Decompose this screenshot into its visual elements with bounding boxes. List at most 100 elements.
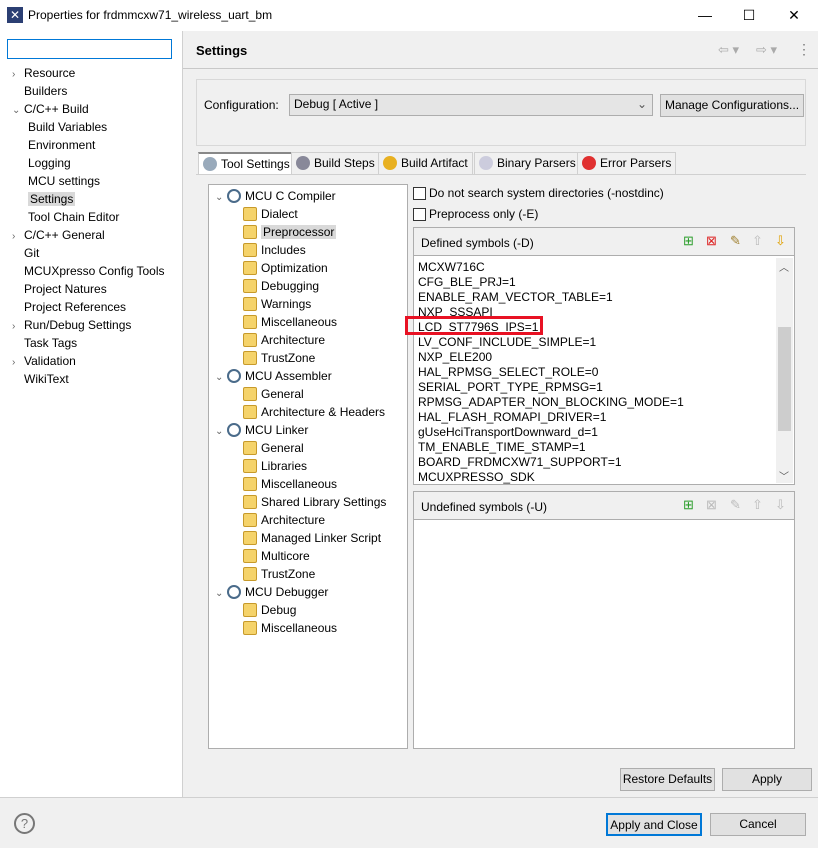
tree-item[interactable]: Git	[12, 244, 39, 262]
tree-item[interactable]: Build Variables	[28, 118, 107, 136]
tree-item[interactable]: MCU settings	[28, 172, 100, 190]
tool-option-item[interactable]: Debugging	[243, 277, 319, 295]
apply-and-close-button[interactable]: Apply and Close	[606, 813, 702, 836]
tool-item[interactable]: ⌄ MCU C Compiler	[215, 187, 336, 205]
delete-symbol-icon[interactable]: ⊠	[704, 497, 719, 512]
restore-defaults-button[interactable]: Restore Defaults	[620, 768, 715, 791]
tool-item-label: MCU Linker	[245, 423, 309, 437]
chevron-down-icon[interactable]: ⌄	[215, 585, 227, 603]
tab-build-steps[interactable]: Build Steps	[291, 152, 380, 174]
symbol-item[interactable]: CFG_BLE_PRJ=1	[418, 275, 516, 290]
tool-option-item[interactable]: Includes	[243, 241, 306, 259]
apply-button[interactable]: Apply	[722, 768, 812, 791]
help-button[interactable]: ?	[14, 813, 35, 834]
add-symbol-icon[interactable]: ⊞	[681, 497, 696, 512]
tree-item[interactable]: WikiText	[12, 370, 69, 388]
tool-option-item[interactable]: Preprocessor	[243, 223, 337, 241]
scroll-down-icon[interactable]: ﹀	[779, 468, 789, 483]
tree-item[interactable]: MCUXpresso Config Tools	[12, 262, 165, 280]
tool-option-item[interactable]: Shared Library Settings	[243, 493, 386, 511]
scrollbar-thumb[interactable]	[778, 327, 791, 431]
tool-option-item[interactable]: Miscellaneous	[243, 619, 337, 637]
symbol-item[interactable]: BOARD_FRDMCXW71_SUPPORT=1	[418, 455, 622, 470]
tool-option-item[interactable]: Miscellaneous	[243, 313, 337, 331]
tree-item[interactable]: Builders	[12, 82, 67, 100]
symbol-item[interactable]: SERIAL_PORT_TYPE_RPMSG=1	[418, 380, 603, 395]
tree-item-label: WikiText	[24, 372, 69, 386]
symbol-item[interactable]: LV_CONF_INCLUDE_SIMPLE=1	[418, 335, 596, 350]
symbol-item[interactable]: MCXW716C	[418, 260, 485, 275]
tool-item-label: General	[261, 441, 304, 455]
tool-item[interactable]: ⌄ MCU Linker	[215, 421, 308, 439]
edit-symbol-icon[interactable]: ✎	[728, 233, 743, 248]
configuration-select[interactable]: Debug [ Active ] ⌄	[289, 94, 653, 116]
symbol-item[interactable]: NXP_ELE200	[418, 350, 492, 365]
view-menu-button[interactable]: ⋮	[797, 41, 811, 58]
filter-input[interactable]	[7, 39, 172, 59]
move-down-icon[interactable]: ⇩	[773, 497, 788, 512]
edit-symbol-icon[interactable]: ✎	[728, 497, 743, 512]
maximize-button[interactable]: ☐	[737, 4, 761, 26]
tool-option-item[interactable]: General	[243, 439, 304, 457]
tool-item[interactable]: ⌄ MCU Debugger	[215, 583, 328, 601]
tool-option-item[interactable]: Architecture	[243, 331, 325, 349]
folder-icon	[243, 459, 257, 473]
tool-option-item[interactable]: Architecture	[243, 511, 325, 529]
tool-option-item[interactable]: TrustZone	[243, 565, 315, 583]
tree-item[interactable]: › Resource	[12, 64, 75, 82]
tree-item[interactable]: Logging	[28, 154, 71, 172]
tree-item[interactable]: Project Natures	[12, 280, 107, 298]
tree-item[interactable]: › Run/Debug Settings	[12, 316, 131, 334]
tool-option-item[interactable]: TrustZone	[243, 349, 315, 367]
tab-build-artifact[interactable]: Build Artifact	[378, 152, 473, 174]
tab-binary-parsers[interactable]: Binary Parsers	[474, 152, 581, 174]
tree-item[interactable]: Task Tags	[12, 334, 77, 352]
tree-item[interactable]: › C/C++ General	[12, 226, 105, 244]
symbol-item[interactable]: TM_ENABLE_TIME_STAMP=1	[418, 440, 586, 455]
tool-option-item[interactable]: Architecture & Headers	[243, 403, 385, 421]
symbol-item[interactable]: HAL_FLASH_ROMAPI_DRIVER=1	[418, 410, 606, 425]
back-button[interactable]: ⇦ ▾	[718, 42, 739, 58]
tree-item[interactable]: ⌄ C/C++ Build	[12, 100, 89, 118]
tool-option-item[interactable]: Warnings	[243, 295, 311, 313]
tab-tool-settings[interactable]: Tool Settings	[198, 152, 295, 174]
symbol-item[interactable]: MCUXPRESSO_SDK	[418, 470, 535, 484]
tool-option-item[interactable]: Multicore	[243, 547, 310, 565]
tool-option-item[interactable]: Debug	[243, 601, 296, 619]
preprocess-only-checkbox[interactable]	[413, 208, 426, 221]
minimize-button[interactable]: —	[693, 4, 717, 26]
chevron-down-icon[interactable]: ⌄	[12, 102, 24, 120]
delete-symbol-icon[interactable]: ⊠	[704, 233, 719, 248]
chevron-down-icon[interactable]: ⌄	[215, 369, 227, 387]
chevron-down-icon[interactable]: ⌄	[215, 423, 227, 441]
symbol-item[interactable]: HAL_RPMSG_SELECT_ROLE=0	[418, 365, 598, 380]
chevron-down-icon[interactable]: ⌄	[215, 189, 227, 207]
tree-item[interactable]: Environment	[28, 136, 95, 154]
tool-option-item[interactable]: Optimization	[243, 259, 328, 277]
tree-item-label: MCUXpresso Config Tools	[24, 264, 165, 278]
symbol-item[interactable]: gUseHciTransportDownward_d=1	[418, 425, 598, 440]
scroll-up-icon[interactable]: ︿	[779, 259, 789, 274]
add-symbol-icon[interactable]: ⊞	[681, 233, 696, 248]
tool-option-item[interactable]: Miscellaneous	[243, 475, 337, 493]
nostdinc-checkbox[interactable]	[413, 187, 426, 200]
close-button[interactable]: ✕	[782, 4, 806, 26]
symbol-item[interactable]: ENABLE_RAM_VECTOR_TABLE=1	[418, 290, 613, 305]
tree-item[interactable]: Project References	[12, 298, 126, 316]
move-up-icon[interactable]: ⇧	[750, 497, 765, 512]
manage-configurations-button[interactable]: Manage Configurations...	[660, 94, 804, 117]
tool-option-item[interactable]: Dialect	[243, 205, 298, 223]
tool-item[interactable]: ⌄ MCU Assembler	[215, 367, 332, 385]
move-up-icon[interactable]: ⇧	[750, 233, 765, 248]
cancel-button[interactable]: Cancel	[710, 813, 806, 836]
tree-item[interactable]: › Validation	[12, 352, 76, 370]
tab-error-parsers[interactable]: Error Parsers	[577, 152, 677, 174]
move-down-icon[interactable]: ⇩	[773, 233, 788, 248]
tool-option-item[interactable]: General	[243, 385, 304, 403]
tree-item[interactable]: Settings	[28, 190, 76, 208]
tool-option-item[interactable]: Managed Linker Script	[243, 529, 381, 547]
tool-option-item[interactable]: Libraries	[243, 457, 307, 475]
symbol-item[interactable]: RPMSG_ADAPTER_NON_BLOCKING_MODE=1	[418, 395, 684, 410]
tree-item[interactable]: Tool Chain Editor	[28, 208, 119, 226]
forward-button[interactable]: ⇨ ▾	[756, 42, 777, 58]
